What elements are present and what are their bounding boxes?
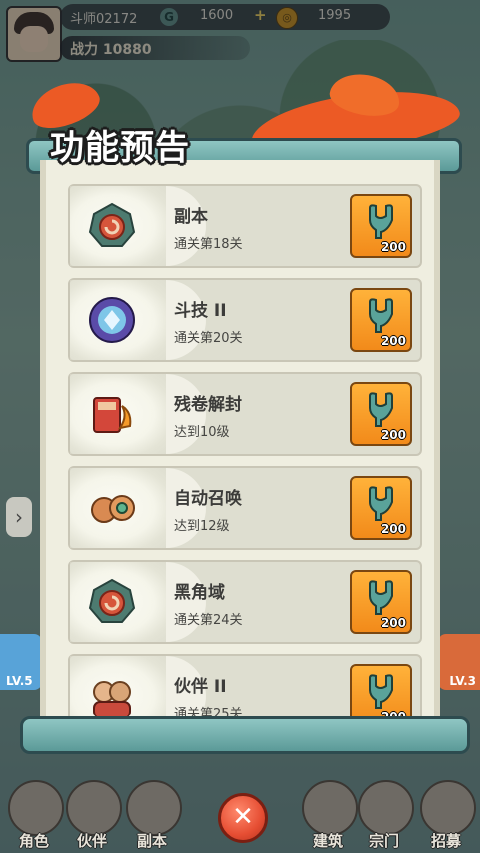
trident-gem-icon [369, 674, 393, 709]
feature-condition: 通关第20关 [174, 331, 243, 346]
reward-box[interactable]: 200 [350, 194, 412, 258]
feature-row: 自动召唤 达到12级 200 [68, 466, 422, 550]
feature-condition: 通关第24关 [174, 613, 243, 628]
trident-gem-icon [369, 392, 393, 427]
nav-label: 建筑 [312, 832, 343, 850]
feature-row: 黑角域 通关第24关 200 [68, 560, 422, 644]
nav-label: 招募 [430, 832, 461, 850]
reward-box[interactable]: 200 [350, 570, 412, 634]
reward-count: 200 [380, 616, 406, 630]
nav-item-partner[interactable]: 伙伴 [60, 780, 124, 850]
trident-gem-icon [369, 204, 393, 239]
right-hero-card[interactable]: LV.3 [438, 634, 480, 690]
reward-box[interactable]: 200 [350, 288, 412, 352]
close-button[interactable]: ✕ [218, 793, 268, 843]
reward-count: 200 [380, 240, 406, 254]
feature-row: 残卷解封 达到10级 200 [68, 372, 422, 456]
building-icon [302, 780, 358, 836]
scroll-bottom-rod [20, 716, 470, 754]
feature-name: 伙伴 II [174, 677, 227, 697]
reward-count: 200 [380, 522, 406, 536]
sect-icon [358, 780, 414, 836]
dungeon-icon [126, 780, 182, 836]
scroll-unseal-icon [93, 397, 132, 433]
feature-row: 伙伴 II 通关第25关 200 [68, 654, 422, 725]
left-hero-card[interactable]: LV.5 [0, 634, 42, 690]
dungeon-shell-icon [88, 578, 136, 623]
trident-gem-icon [369, 298, 393, 333]
reward-count: 200 [380, 334, 406, 348]
partner-icon [93, 681, 131, 719]
feature-name: 斗技 II [174, 301, 227, 321]
partner-icon [66, 780, 122, 836]
feature-condition: 达到10级 [174, 425, 230, 440]
role-icon [8, 780, 64, 836]
side-expand-arrow-icon[interactable]: › [6, 497, 32, 537]
nav-label: 角色 [18, 832, 49, 850]
feature-name: 自动召唤 [174, 489, 242, 509]
nav-label: 副本 [136, 832, 167, 850]
feature-name: 残卷解封 [174, 395, 242, 415]
feature-name: 黑角域 [174, 583, 225, 603]
arena-orb-icon [89, 297, 135, 343]
left-hero-level: LV.5 [6, 674, 33, 688]
nav-item-recruit[interactable]: 招募 [414, 780, 478, 850]
nav-label: 宗门 [368, 832, 399, 850]
nav-item-role[interactable]: 角色 [2, 780, 66, 850]
nav-item-building[interactable]: 建筑 [296, 780, 360, 850]
dialog-title: 功能预告 [50, 128, 190, 168]
feature-row: 斗技 II 通关第20关 200 [68, 278, 422, 362]
reward-box[interactable]: 200 [350, 476, 412, 540]
feature-name: 副本 [174, 207, 208, 227]
nav-label: 伙伴 [76, 832, 107, 850]
feature-row: 副本 通关第18关 200 [68, 184, 422, 268]
feature-condition: 达到12级 [174, 519, 230, 534]
recruit-icon [420, 780, 476, 836]
dungeon-shell-icon [88, 202, 136, 247]
feature-condition: 通关第18关 [174, 237, 243, 252]
gear-summon-icon [91, 495, 135, 523]
nav-item-dungeon[interactable]: 副本 [120, 780, 184, 850]
trident-gem-icon [369, 486, 393, 521]
trident-gem-icon [369, 580, 393, 615]
nav-item-sect[interactable]: 宗门 [352, 780, 416, 850]
feature-preview-panel: 副本 通关第18关 200 斗技 II 通关第20关 200 残卷解封 达到10… [40, 160, 440, 725]
right-hero-level: LV.3 [449, 674, 476, 688]
reward-count: 200 [380, 428, 406, 442]
reward-box[interactable]: 200 [350, 382, 412, 446]
